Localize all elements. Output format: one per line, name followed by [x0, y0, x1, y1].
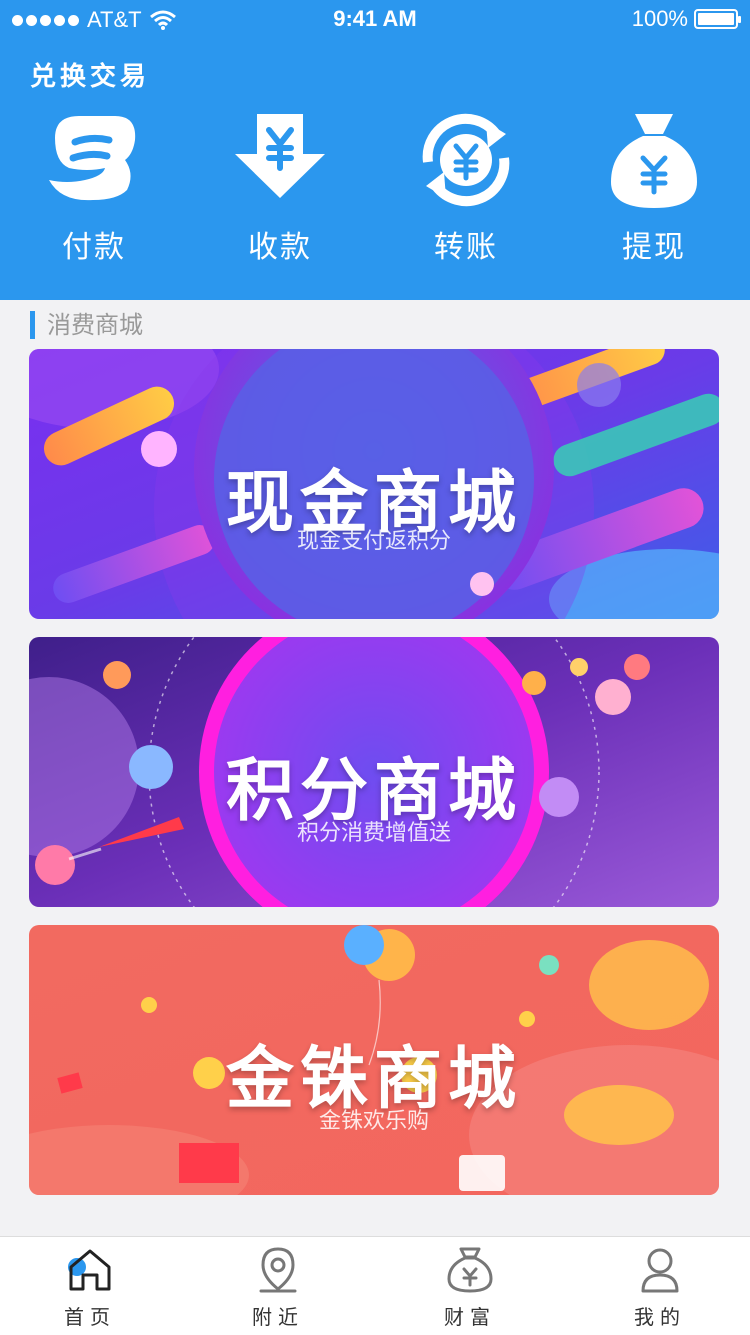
banner-subtitle: 金铢欢乐购: [318, 1109, 429, 1134]
banner-subtitle: 现金支付返积分: [296, 529, 451, 554]
pay-button[interactable]: 付款: [24, 110, 164, 270]
battery-icon: [694, 9, 741, 29]
withdraw-label: 提现: [622, 230, 686, 265]
tab-profile[interactable]: 我的: [600, 1245, 720, 1330]
pay-label: 付款: [62, 230, 126, 265]
user-icon: [641, 1248, 679, 1293]
transfer-button[interactable]: 转账: [396, 110, 536, 270]
status-bar: AT&T 9:41 AM 100%: [0, 0, 750, 40]
location-icon: [259, 1247, 297, 1293]
section-title: 消费商城: [30, 311, 143, 339]
tab-wealth[interactable]: 财富: [410, 1245, 530, 1330]
tab-nearby[interactable]: 附近: [218, 1245, 338, 1330]
tab-home-label: 首页: [64, 1305, 116, 1329]
transfer-label: 转账: [434, 230, 498, 265]
pay-icon: [49, 116, 136, 201]
points-mall-banner[interactable]: 积分商城 积分消费增值送: [29, 637, 719, 907]
quick-actions: 付款 收款 转账 提现: [0, 110, 750, 280]
tab-profile-label: 我的: [634, 1305, 686, 1329]
cash-mall-banner[interactable]: 现金商城 现金支付返积分: [29, 349, 719, 619]
transfer-icon: [422, 113, 510, 207]
withdraw-button[interactable]: 提现: [584, 110, 724, 270]
banner-subtitle: 积分消费增值送: [296, 821, 451, 846]
tab-home[interactable]: 首页: [30, 1245, 150, 1330]
tab-wealth-label: 财富: [444, 1305, 496, 1329]
receive-icon: [235, 114, 325, 198]
gold-mall-banner[interactable]: 金铢商城 金铢欢乐购: [29, 925, 719, 1195]
home-icon: [68, 1249, 111, 1291]
withdraw-icon: [611, 114, 697, 208]
receive-button[interactable]: 收款: [210, 110, 350, 270]
page-title: 兑换交易: [30, 62, 151, 92]
tab-bar: 首页 附近 财富 我的: [0, 1236, 750, 1335]
tab-nearby-label: 附近: [252, 1305, 304, 1329]
battery-percent: 100%: [631, 6, 688, 31]
receive-label: 收款: [248, 230, 312, 265]
money-bag-icon: [447, 1247, 493, 1293]
header: AT&T 9:41 AM 100% 兑换交易 付款 收款 转账 提现: [0, 0, 750, 300]
